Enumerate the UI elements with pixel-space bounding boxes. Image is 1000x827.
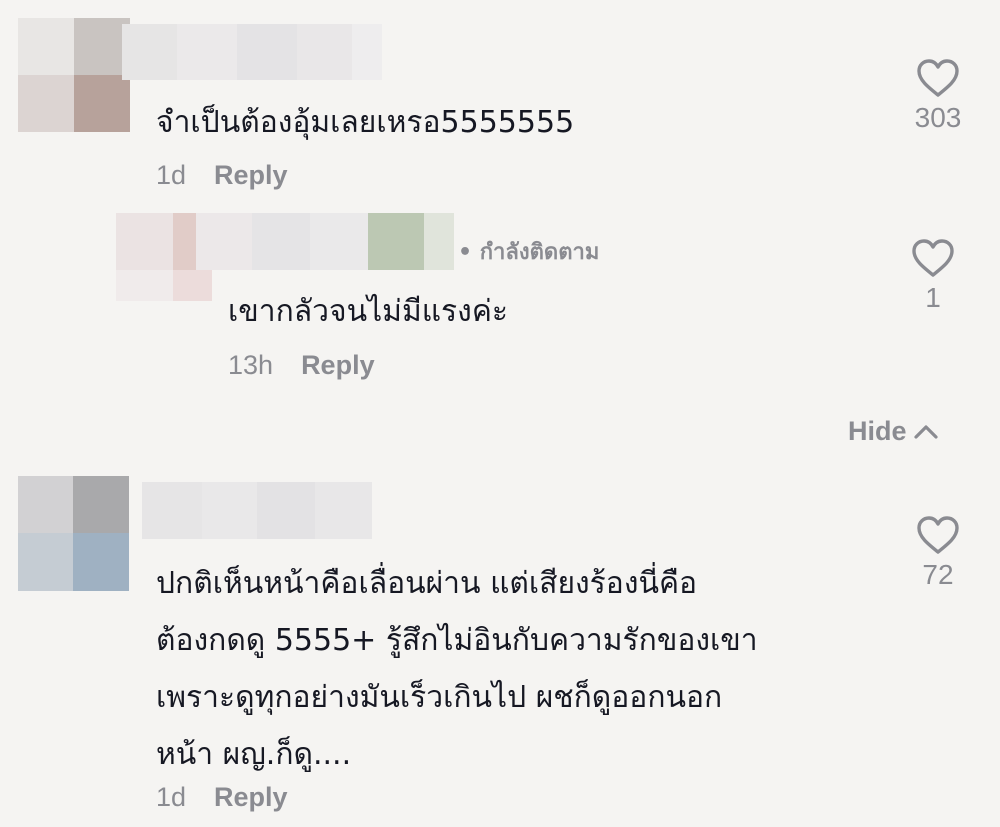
timestamp: 1d: [156, 782, 187, 812]
avatar[interactable]: [18, 476, 129, 591]
reply-button[interactable]: Reply: [214, 160, 288, 191]
comment-1: จำเป็นต้องอุ้มเลยเหรอ5555555 1d Reply 30…: [0, 0, 1000, 200]
like-count: 72: [922, 559, 954, 590]
comment-line: เพราะดูทุกอย่างมันเร็วเกินไป ผชก็ดูออกนอ…: [156, 680, 723, 715]
timestamp: 13h: [228, 350, 274, 380]
like-count: 303: [914, 102, 962, 133]
chevron-up-icon: [913, 424, 938, 439]
hide-label: Hide: [848, 416, 907, 446]
following-badge: • กำลังติดตาม: [458, 240, 600, 265]
like-button[interactable]: 72: [908, 515, 968, 591]
reply-button[interactable]: Reply: [214, 782, 288, 813]
avatar[interactable]: [18, 18, 130, 132]
reply-button[interactable]: Reply: [301, 350, 375, 381]
like-button[interactable]: 1: [903, 238, 963, 314]
comment-text: เขากลัวจนไม่มีแรงค่ะ: [228, 294, 509, 329]
comment-line: หน้า ผญ.ก็ดู....: [156, 737, 352, 772]
timestamp: 1d: [156, 160, 187, 190]
heart-outline-icon: [917, 59, 959, 97]
comment-line: ต้องกดดู 5555+ รู้สึกไม่อินกับความรักของ…: [156, 623, 758, 658]
heart-outline-icon: [912, 239, 954, 277]
comment-text: จำเป็นต้องอุ้มเลยเหรอ5555555: [156, 105, 575, 140]
comment-2-reply: • กำลังติดตาม เขากลัวจนไม่มีแรงค่ะ 13h R…: [0, 200, 1000, 410]
username[interactable]: [142, 482, 372, 539]
comment-meta: 1d Reply: [156, 782, 288, 813]
like-count: 1: [925, 282, 941, 313]
comment-3: ปกติเห็นหน้าคือเลื่อนผ่าน แต่เสียงร้องนี…: [0, 470, 1000, 827]
comment-line: ปกติเห็นหน้าคือเลื่อนผ่าน แต่เสียงร้องนี…: [156, 566, 698, 601]
comment-text: ปกติเห็นหน้าคือเลื่อนผ่าน แต่เสียงร้องนี…: [156, 555, 758, 783]
comment-meta: 1d Reply: [156, 160, 288, 191]
like-button[interactable]: 303: [908, 58, 968, 134]
hide-replies-button[interactable]: Hide: [848, 416, 939, 447]
heart-outline-icon: [917, 516, 959, 554]
username[interactable]: [122, 24, 382, 80]
comment-meta: 13h Reply: [228, 350, 375, 381]
username[interactable]: [196, 213, 454, 270]
